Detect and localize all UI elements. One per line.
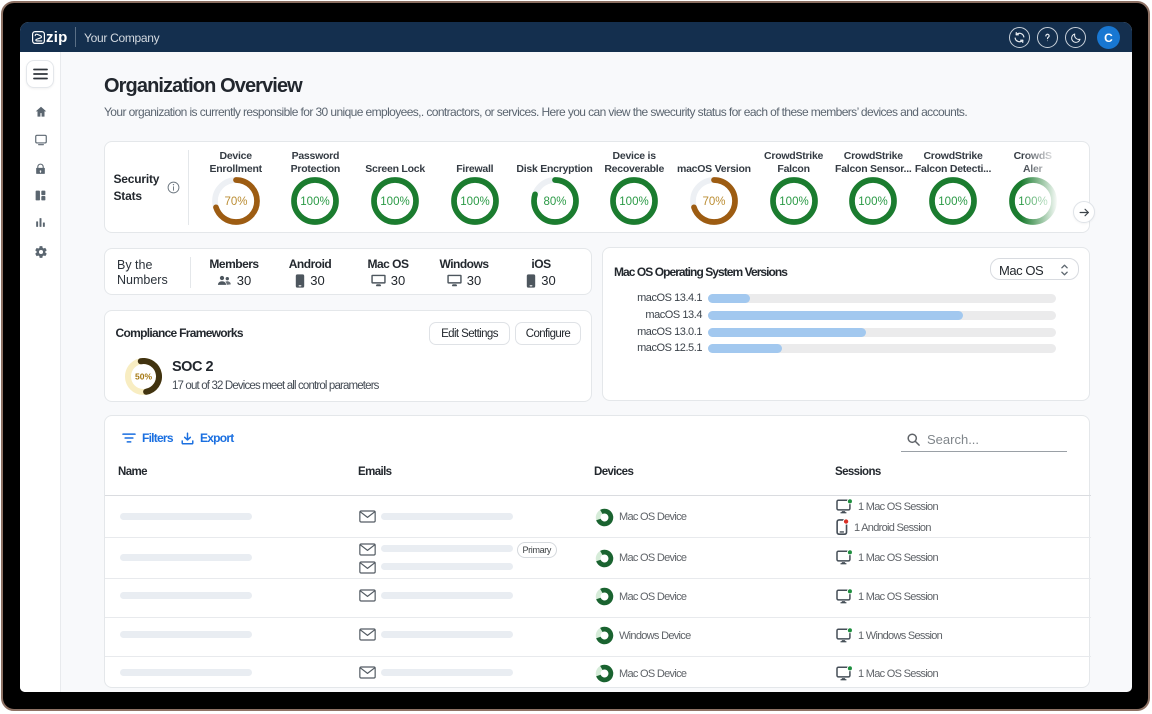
svg-text:100%: 100%: [938, 196, 967, 208]
svg-text:80%: 80%: [543, 196, 566, 208]
svg-text:50%: 50%: [135, 371, 152, 381]
svg-text:70%: 70%: [224, 196, 247, 208]
svg-text:70%: 70%: [702, 196, 725, 208]
svg-text:100%: 100%: [619, 196, 648, 208]
svg-text:100%: 100%: [380, 196, 409, 208]
svg-text:100%: 100%: [460, 196, 489, 208]
svg-text:100%: 100%: [779, 196, 808, 208]
svg-text:100%: 100%: [301, 196, 330, 208]
svg-text:100%: 100%: [859, 196, 888, 208]
